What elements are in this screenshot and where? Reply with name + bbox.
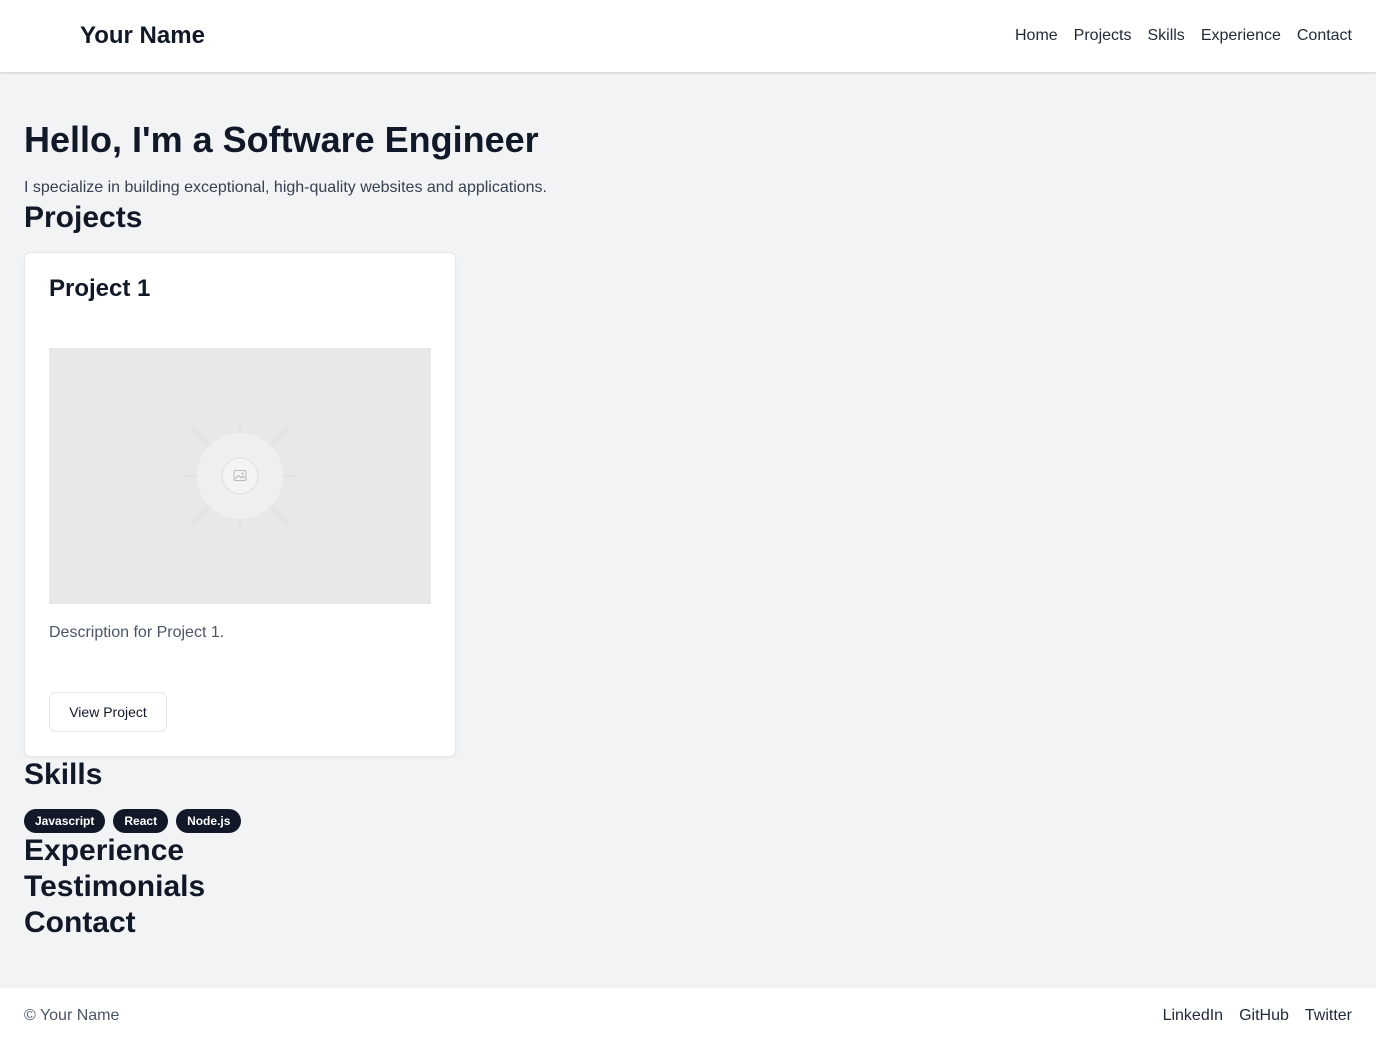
linkedin-link[interactable]: LinkedIn <box>1163 1007 1224 1025</box>
social-links: LinkedIn GitHub Twitter <box>1163 1007 1352 1025</box>
main-content: Hello, I'm a Software Engineer I special… <box>24 120 1024 941</box>
skills-section: Skills Javascript React Node.js <box>24 757 1024 833</box>
copyright-text: © Your Name <box>24 1007 120 1024</box>
project-card: Project 1 Description for Project 1. Vie… <box>24 252 456 757</box>
brand-name[interactable]: Your Name <box>80 22 205 50</box>
skill-badge: Node.js <box>176 809 242 833</box>
testimonials-section: Testimonials <box>24 869 1024 905</box>
site-footer: © Your Name LinkedIn GitHub Twitter <box>0 988 1376 1044</box>
hero-title: Hello, I'm a Software Engineer <box>24 119 539 160</box>
nav-contact[interactable]: Contact <box>1297 27 1352 45</box>
experience-heading: Experience <box>24 834 185 867</box>
experience-section: Experience <box>24 833 1024 869</box>
project-title: Project 1 <box>49 275 151 302</box>
contact-heading: Contact <box>24 906 136 939</box>
nav-projects[interactable]: Projects <box>1074 27 1132 45</box>
hero-section: Hello, I'm a Software Engineer I special… <box>24 120 1024 200</box>
twitter-link[interactable]: Twitter <box>1305 1007 1352 1025</box>
nav-experience[interactable]: Experience <box>1201 27 1281 45</box>
nav-home[interactable]: Home <box>1015 27 1058 45</box>
projects-section: Projects Project 1 Description for Proje… <box>24 200 1024 757</box>
nav-skills[interactable]: Skills <box>1147 27 1184 45</box>
hero-subtitle: I specialize in building exceptional, hi… <box>24 179 547 196</box>
skill-badge: Javascript <box>24 809 106 833</box>
testimonials-heading: Testimonials <box>24 870 206 903</box>
github-link[interactable]: GitHub <box>1239 1007 1289 1025</box>
projects-heading: Projects <box>24 201 143 234</box>
image-placeholder-icon <box>184 420 296 532</box>
skills-heading: Skills <box>24 758 103 791</box>
skill-badge: React <box>113 809 169 833</box>
project-description: Description for Project 1. <box>49 624 225 641</box>
skills-list: Javascript React Node.js <box>24 809 1024 833</box>
site-header: Your Name Home Projects Skills Experienc… <box>0 0 1376 72</box>
contact-section: Contact <box>24 905 1024 941</box>
project-image <box>49 348 431 604</box>
main-nav: Home Projects Skills Experience Contact <box>1015 27 1352 45</box>
view-project-button[interactable]: View Project <box>49 692 167 732</box>
